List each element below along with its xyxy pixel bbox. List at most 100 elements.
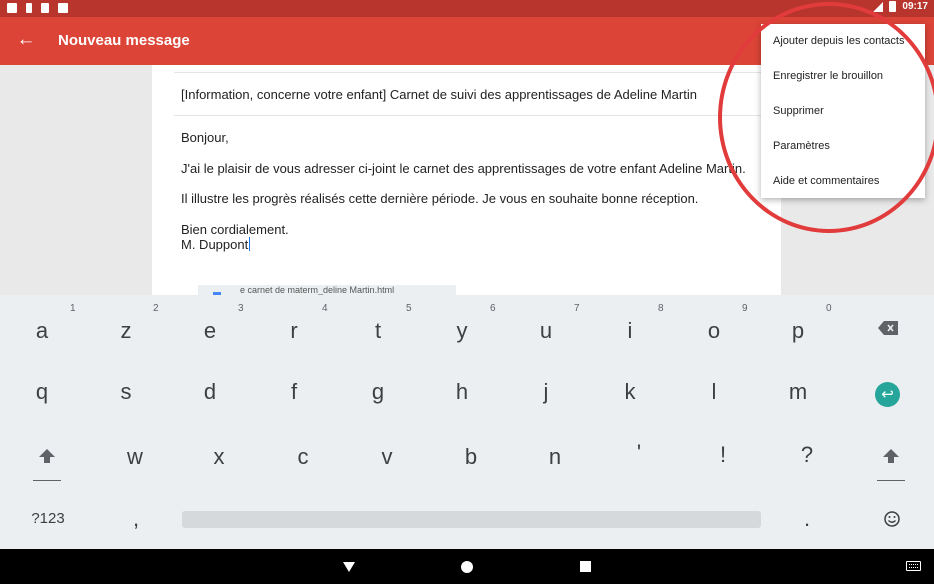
key-g[interactable]: g — [354, 379, 402, 409]
key-t[interactable]: 5 t — [354, 295, 412, 355]
enter-icon[interactable]: ↩ — [875, 382, 900, 407]
key-hint: 3 — [238, 303, 244, 314]
key-label: a — [35, 318, 49, 343]
key-label: ? — [800, 442, 814, 467]
key-m[interactable]: m — [774, 379, 822, 409]
navigation-bar — [0, 549, 934, 584]
divider — [174, 72, 781, 73]
key-j[interactable]: j — [522, 379, 570, 409]
nav-home-icon[interactable] — [461, 561, 473, 573]
key-label: ?123 — [31, 510, 65, 527]
key-label: p — [791, 318, 805, 343]
key-e[interactable]: 3 e — [186, 295, 244, 355]
key-r[interactable]: 4 r — [270, 295, 327, 355]
key-x[interactable]: x — [195, 444, 243, 474]
backspace-glyph — [878, 321, 898, 335]
key-question[interactable]: ? — [783, 442, 831, 472]
key-k[interactable]: k — [606, 379, 654, 409]
key-d[interactable]: d — [186, 379, 234, 409]
menu-item-save-draft[interactable]: Enregistrer le brouillon — [773, 70, 883, 82]
key-n[interactable]: n — [531, 444, 579, 474]
key-label: . — [803, 506, 811, 531]
app-icon — [58, 3, 68, 13]
key-a[interactable]: 1 a — [18, 295, 76, 355]
key-y[interactable]: 6 y — [438, 295, 496, 355]
key-label: k — [624, 379, 636, 404]
emoji-glyph — [884, 511, 900, 527]
key-label: t — [374, 318, 382, 343]
key-o[interactable]: 9 o — [690, 295, 748, 355]
menu-item-add-contacts[interactable]: Ajouter depuis les contacts — [773, 35, 904, 47]
key-q[interactable]: q — [18, 379, 66, 409]
key-label: ' — [636, 440, 642, 465]
nav-back-icon[interactable] — [343, 562, 355, 572]
key-h[interactable]: h — [438, 379, 486, 409]
notification-icon — [26, 3, 32, 13]
soft-keyboard: 1 a 2 z 3 e 4 r 5 t 6 y 7 u 8 i 9 o 0 p — [0, 295, 934, 549]
menu-item-delete[interactable]: Supprimer — [773, 105, 824, 117]
mail-icon — [7, 3, 17, 13]
key-label: ! — [719, 442, 727, 467]
key-label: r — [290, 318, 298, 343]
key-label: w — [127, 444, 143, 469]
body-closing: Bien cordialement. — [181, 222, 289, 237]
space-bar[interactable] — [182, 511, 761, 528]
key-l[interactable]: l — [690, 379, 738, 409]
key-period[interactable]: . — [783, 506, 831, 534]
key-p[interactable]: 0 p — [774, 295, 832, 355]
key-label: x — [213, 444, 225, 469]
compose-sheet: [Information, concerne votre enfant] Car… — [152, 65, 781, 297]
keyboard-switch-icon[interactable] — [906, 561, 921, 571]
shift-icon[interactable] — [30, 445, 64, 485]
key-label: h — [455, 379, 469, 404]
page-title: Nouveau message — [58, 32, 190, 49]
body-greeting: Bonjour, — [181, 130, 229, 145]
key-u[interactable]: 7 u — [522, 295, 580, 355]
key-exclamation[interactable]: ! — [699, 442, 747, 472]
subject-field[interactable]: [Information, concerne votre enfant] Car… — [181, 87, 697, 102]
key-hint: 6 — [490, 303, 496, 314]
menu-item-settings[interactable]: Paramètres — [773, 140, 830, 152]
key-hint: 8 — [658, 303, 664, 314]
key-hint: 7 — [574, 303, 580, 314]
key-comma[interactable]: , — [112, 506, 160, 534]
key-hint: 1 — [70, 303, 76, 314]
overflow-menu: Ajouter depuis les contacts Enregistrer … — [761, 24, 925, 198]
emoji-icon[interactable] — [878, 509, 906, 533]
sd-card-icon — [41, 3, 49, 13]
key-label: d — [203, 379, 217, 404]
key-hint: 5 — [406, 303, 412, 314]
menu-item-help-feedback[interactable]: Aide et commentaires — [773, 175, 879, 187]
shift-glyph — [39, 449, 55, 463]
status-bar: 09:17 — [0, 0, 934, 17]
body-signature-line: M. Duppont — [181, 237, 251, 252]
key-label: u — [539, 318, 553, 343]
key-label: i — [627, 318, 633, 343]
attachment-name: e carnet de materm_deline Martin.html — [240, 285, 395, 295]
key-w[interactable]: w — [111, 444, 159, 474]
key-hint: 4 — [322, 303, 328, 314]
shift-icon[interactable] — [874, 445, 908, 485]
body-line-2: Il illustre les progrès réalisés cette d… — [181, 191, 699, 206]
shift-underline — [33, 480, 61, 481]
status-notification-icons — [7, 3, 68, 13]
backspace-icon[interactable] — [868, 313, 908, 343]
key-hint: 9 — [742, 303, 748, 314]
key-c[interactable]: c — [279, 444, 327, 474]
body-signature: M. Duppont — [181, 237, 249, 252]
text-cursor — [249, 237, 251, 251]
symbols-key[interactable]: ?123 — [20, 510, 76, 532]
key-z[interactable]: 2 z — [102, 295, 159, 355]
key-label: n — [548, 444, 562, 469]
key-label: f — [290, 379, 298, 404]
arrow-left-icon[interactable]: ← — [14, 28, 38, 52]
nav-recents-icon[interactable] — [580, 561, 591, 572]
key-label: b — [464, 444, 478, 469]
key-b[interactable]: b — [447, 444, 495, 474]
key-f[interactable]: f — [270, 379, 318, 409]
key-i[interactable]: 8 i — [606, 295, 664, 355]
key-s[interactable]: s — [102, 379, 150, 409]
key-label: j — [543, 379, 549, 404]
key-v[interactable]: v — [363, 444, 411, 474]
key-apostrophe[interactable]: ' — [615, 440, 663, 470]
